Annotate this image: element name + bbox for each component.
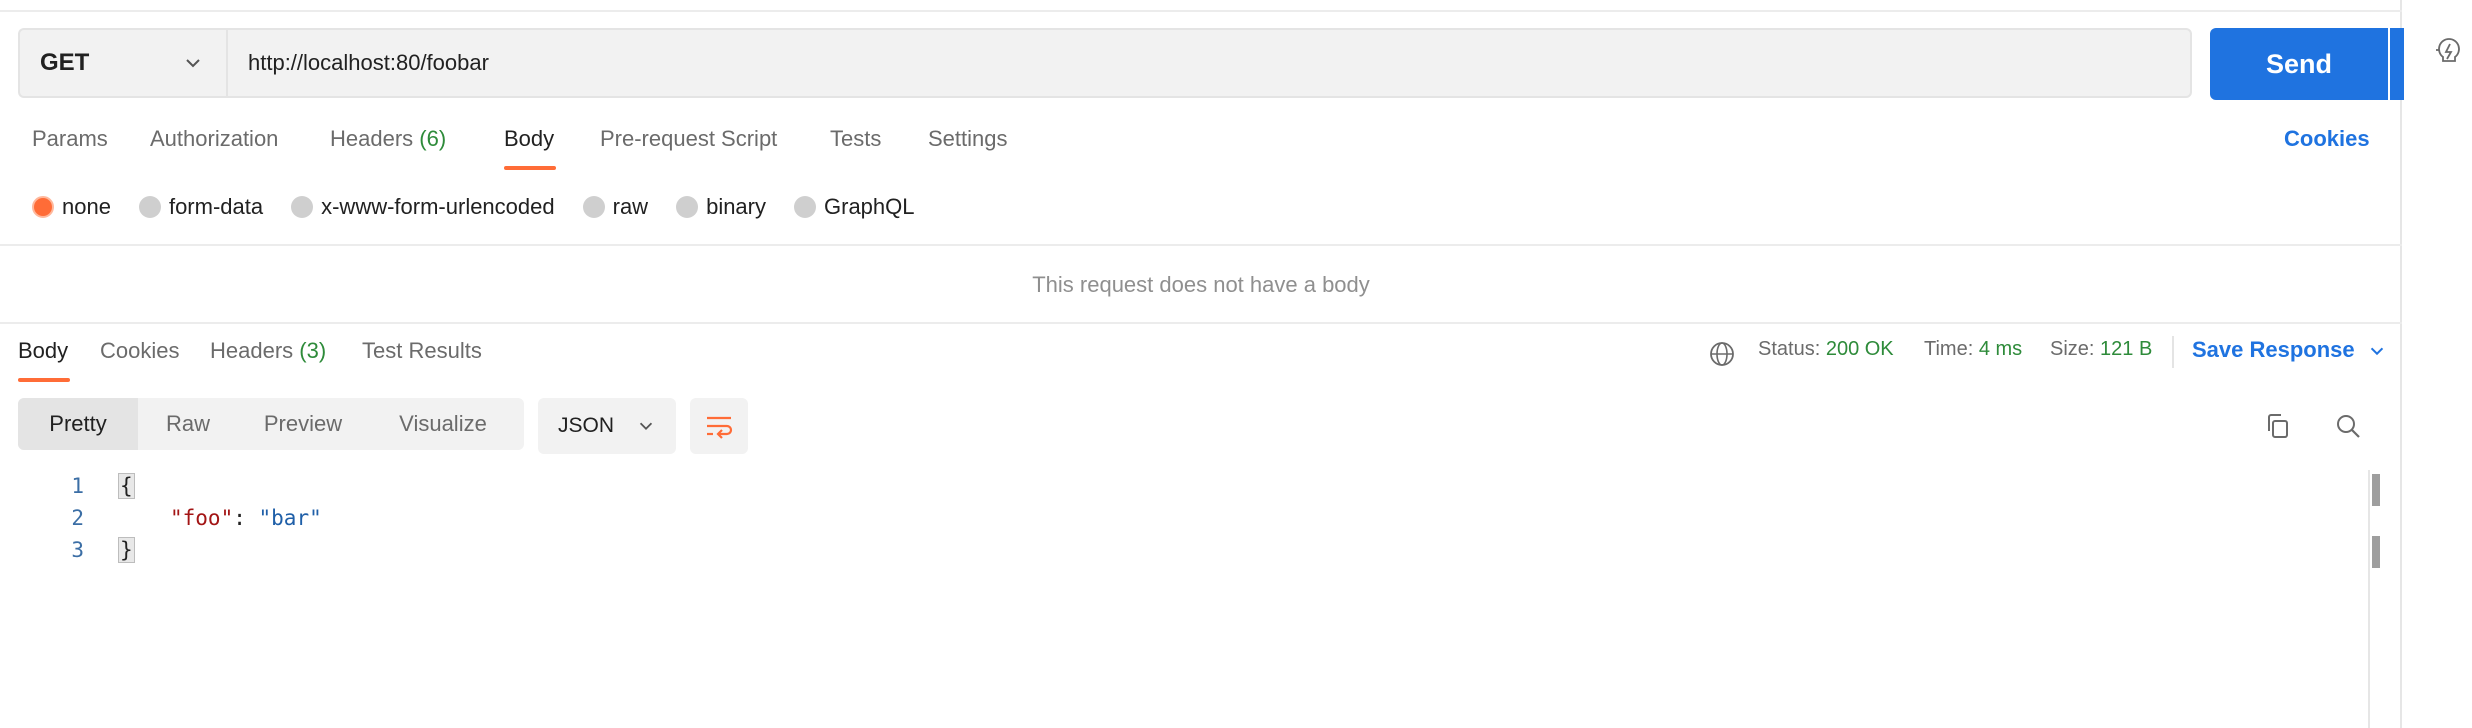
status-label: Status:	[1758, 338, 1821, 360]
right-sidebar	[2404, 0, 2472, 728]
line-number: 2	[71, 506, 84, 530]
tab-body[interactable]: Body	[504, 126, 554, 152]
line-number: 1	[71, 474, 84, 498]
body-type-radio-group: none form-data x-www-form-urlencoded raw…	[32, 192, 943, 222]
line-number: 3	[71, 538, 84, 562]
tab-params[interactable]: Params	[32, 126, 108, 152]
request-editor: GET http://localhost:80/foobar Send Para…	[0, 0, 2448, 728]
radio-icon	[582, 196, 605, 218]
view-visualize-button[interactable]: Visualize	[368, 398, 518, 450]
radio-form-data[interactable]: form-data	[138, 194, 264, 220]
radio-form-data-label: form-data	[168, 194, 264, 219]
size-label: Size:	[2050, 338, 2095, 360]
top-divider	[0, 10, 2402, 12]
json-open-brace: {	[118, 473, 135, 499]
radio-icon	[291, 196, 314, 218]
tab-prerequest-script[interactable]: Pre-request Script	[600, 126, 777, 152]
search-icon	[2337, 415, 2360, 438]
time-value: 4 ms	[1978, 338, 2023, 360]
view-mode-segmented-control: Pretty Raw Preview Visualize	[18, 398, 524, 450]
code-line: "foo": "bar"	[170, 506, 322, 530]
chevron-down-icon	[2370, 347, 2383, 356]
tab-settings[interactable]: Settings	[928, 126, 1008, 152]
response-tab-headers[interactable]: Headers (3)	[210, 338, 326, 364]
response-time: Time: 4 ms	[1924, 338, 2022, 361]
format-label: JSON	[558, 414, 615, 437]
response-tab-headers-count: (3)	[299, 338, 327, 363]
url-value: http://localhost:80/foobar	[248, 50, 489, 75]
response-tab-body[interactable]: Body	[18, 338, 68, 364]
url-input[interactable]: http://localhost:80/foobar	[226, 28, 2192, 98]
code-line: {	[118, 473, 135, 499]
format-select[interactable]: JSON	[538, 398, 676, 454]
radio-binary-label: binary	[706, 194, 766, 219]
radio-urlencoded[interactable]: x-www-form-urlencoded	[291, 194, 555, 220]
radio-icon	[676, 196, 699, 218]
no-body-message: This request does not have a body	[1032, 272, 1370, 297]
radio-none-label: none	[62, 194, 111, 219]
view-pretty-button[interactable]: Pretty	[18, 398, 138, 450]
method-select[interactable]: GET	[18, 28, 226, 98]
view-raw-button[interactable]: Raw	[138, 398, 238, 450]
method-label: GET	[40, 49, 90, 76]
radio-urlencoded-label: x-www-form-urlencoded	[321, 194, 555, 219]
tab-headers-count: (6)	[419, 126, 447, 151]
save-response-label: Save Response	[2192, 337, 2355, 362]
radio-binary[interactable]: binary	[676, 194, 766, 220]
radio-graphql[interactable]: GraphQL	[794, 194, 915, 220]
tab-tests[interactable]: Tests	[830, 126, 881, 152]
scrollbar-marker	[2372, 474, 2380, 506]
radio-selected-icon	[32, 196, 54, 218]
send-button[interactable]: Send	[2210, 28, 2388, 100]
view-preview-button[interactable]: Preview	[238, 398, 368, 450]
radio-icon	[794, 196, 816, 218]
copy-button[interactable]	[2260, 408, 2296, 444]
active-tab-indicator	[504, 166, 556, 170]
chevron-down-icon	[639, 422, 653, 431]
response-tab-cookies[interactable]: Cookies	[100, 338, 179, 364]
json-colon: :	[233, 506, 259, 530]
response-tab-test-results[interactable]: Test Results	[362, 338, 482, 364]
globe-icon[interactable]	[1708, 340, 1736, 368]
response-size: Size: 121 B	[2050, 338, 2152, 361]
send-label: Send	[2265, 48, 2332, 79]
radio-raw-label: raw	[612, 194, 649, 219]
search-button[interactable]	[2330, 408, 2366, 444]
scrollbar-marker	[2372, 536, 2380, 568]
json-close-brace: }	[118, 537, 135, 563]
lightbulb-icon[interactable]	[2434, 36, 2464, 70]
wrap-lines-icon	[707, 416, 733, 439]
code-line: }	[118, 537, 135, 563]
vertical-scrollbar[interactable]	[2368, 470, 2370, 728]
radio-icon	[138, 196, 161, 218]
section-divider	[0, 244, 2402, 246]
wrap-lines-button[interactable]	[690, 398, 748, 454]
json-key: "foo"	[170, 506, 234, 530]
active-response-tab-indicator	[18, 378, 70, 382]
chevron-down-icon	[186, 59, 200, 68]
tab-headers[interactable]: Headers (6)	[330, 126, 446, 152]
response-status: Status: 200 OK	[1758, 338, 1894, 361]
section-divider	[0, 322, 2402, 324]
status-divider	[2172, 336, 2174, 368]
tab-authorization[interactable]: Authorization	[150, 126, 278, 152]
radio-graphql-label: GraphQL	[824, 194, 915, 219]
response-tab-headers-label: Headers	[210, 338, 294, 363]
save-response-button[interactable]: Save Response	[2192, 337, 2387, 363]
time-label: Time:	[1924, 338, 1974, 360]
radio-none[interactable]: none	[32, 194, 111, 220]
status-value: 200 OK	[1825, 338, 1894, 360]
copy-icon	[2268, 414, 2288, 438]
size-value: 121 B	[2100, 338, 2153, 360]
tab-headers-label: Headers	[330, 126, 414, 151]
json-value: "bar"	[258, 506, 322, 530]
radio-raw[interactable]: raw	[582, 194, 649, 220]
cookies-link[interactable]: Cookies	[2284, 126, 2370, 152]
